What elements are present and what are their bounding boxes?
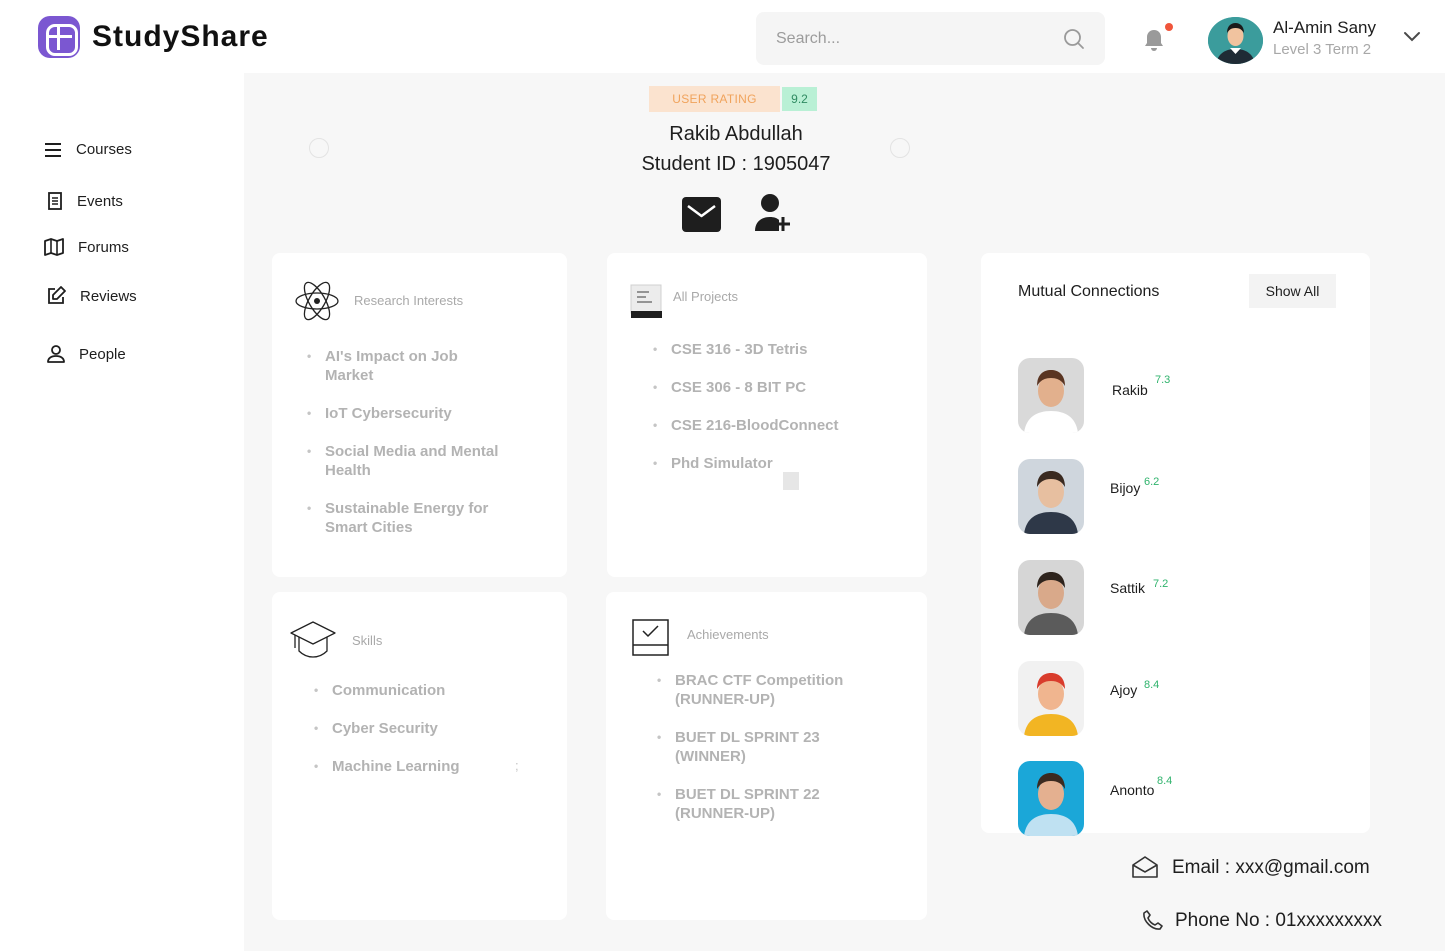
connection-name[interactable]: Anonto	[1110, 782, 1154, 798]
projects-list: CSE 316 - 3D Tetris CSE 306 - 8 BIT PC C…	[653, 340, 893, 473]
contact-email[interactable]: Email : xxx@gmail.com	[1172, 857, 1370, 879]
list-item: IoT Cybersecurity	[307, 404, 507, 423]
list-item: BUET DL SPRINT 22 (RUNNER-UP)	[657, 785, 857, 823]
map-icon	[44, 238, 64, 256]
connection-avatar[interactable]	[1018, 358, 1084, 433]
connection-score: 7.2	[1153, 578, 1169, 590]
person-icon	[47, 345, 65, 363]
list-item: Communication	[314, 681, 514, 700]
connection-avatar[interactable]	[1018, 761, 1084, 836]
notification-bell-icon[interactable]	[1141, 27, 1167, 53]
envelope-icon	[1132, 856, 1158, 878]
sidebar-item-label: Forums	[78, 238, 129, 256]
contact-phone[interactable]: Phone No : 01xxxxxxxxx	[1175, 910, 1382, 932]
list-item[interactable]: Phd Simulator	[653, 454, 893, 473]
show-all-button[interactable]: Show All	[1249, 274, 1336, 308]
phone-icon	[1143, 910, 1163, 930]
document-icon	[48, 192, 62, 210]
connection-score: 7.3	[1155, 374, 1171, 386]
search-icon[interactable]	[1063, 28, 1085, 50]
graduation-cap-icon	[290, 621, 336, 658]
sidebar-item-reviews[interactable]: Reviews	[46, 286, 137, 306]
user-level: Level 3 Term 2	[1273, 41, 1372, 58]
connection-score: 8.4	[1157, 775, 1173, 787]
skills-title: Skills	[352, 633, 383, 648]
connection-name[interactable]: Bijoy	[1110, 480, 1140, 496]
sidebar-item-events[interactable]: Events	[47, 192, 123, 210]
menu-icon	[45, 142, 61, 157]
achievements-title: Achievements	[687, 627, 769, 642]
search-input[interactable]	[776, 29, 1063, 48]
search-bar[interactable]	[756, 12, 1105, 65]
atom-icon	[295, 281, 339, 321]
connection-name[interactable]: Rakib	[1112, 382, 1148, 398]
list-item[interactable]: CSE 306 - 8 BIT PC	[653, 378, 893, 397]
list-item: AI's Impact on Job Market	[307, 347, 507, 385]
faint-play-icon	[309, 138, 329, 158]
mail-icon[interactable]	[682, 197, 721, 232]
list-item[interactable]: CSE 216-BloodConnect	[653, 416, 893, 435]
profile-name: Rakib Abdullah	[669, 123, 803, 145]
sidebar-item-courses[interactable]: Courses	[44, 141, 132, 158]
mutual-connections-card	[981, 253, 1370, 833]
connection-name[interactable]: Sattik	[1110, 580, 1145, 596]
list-item: Social Media and Mental Health	[307, 442, 507, 480]
connection-score: 8.4	[1144, 679, 1160, 691]
logo-icon	[38, 16, 80, 58]
sidebar-item-label: Events	[77, 192, 123, 210]
list-item: BRAC CTF Competition (RUNNER-UP)	[657, 671, 857, 709]
user-avatar[interactable]	[1208, 17, 1263, 64]
sidebar-item-label: Courses	[76, 141, 132, 158]
brand-logo[interactable]: StudySharе	[38, 16, 269, 58]
research-interests-list: AI's Impact on Job Market IoT Cybersecur…	[307, 347, 507, 537]
add-friend-icon[interactable]	[753, 193, 793, 233]
edit-icon	[48, 286, 66, 304]
sidebar-item-label: Reviews	[80, 287, 137, 305]
list-item: BUET DL SPRINT 23 (WINNER)	[657, 728, 857, 766]
connection-score: 6.2	[1144, 476, 1160, 488]
user-rating-label: USER RATING	[649, 86, 780, 112]
user-rating-value: 9.2	[782, 87, 817, 111]
profile-student-id: Student ID : 1905047	[641, 153, 831, 175]
list-item[interactable]: CSE 316 - 3D Tetris	[653, 340, 893, 359]
skills-list: Communication Cyber Security Machine Lea…	[314, 681, 514, 776]
brand-name: StudySharе	[92, 20, 269, 53]
research-interests-title: Research Interests	[354, 293, 464, 308]
connection-avatar[interactable]	[1018, 459, 1084, 534]
sidebar-item-label: People	[79, 345, 126, 363]
projects-document-icon	[630, 284, 662, 318]
placeholder-square	[783, 472, 799, 490]
chevron-down-icon[interactable]	[1403, 31, 1421, 43]
achievement-check-icon	[632, 619, 669, 656]
all-projects-title: All Projects	[673, 289, 739, 304]
stray-mark: ;	[515, 758, 519, 773]
connection-name[interactable]: Ajoy	[1110, 682, 1137, 698]
mutual-connections-title: Mutual Connections	[1018, 283, 1160, 300]
user-name[interactable]: Al-Amin Sany	[1273, 18, 1376, 38]
list-item: Cyber Security	[314, 719, 514, 738]
sidebar-item-people[interactable]: People	[47, 345, 126, 363]
notification-dot	[1165, 23, 1173, 31]
faint-chevron-icon	[890, 138, 910, 158]
list-item: Machine Learning	[314, 757, 514, 776]
connection-avatar[interactable]	[1018, 661, 1084, 736]
list-item: Sustainable Energy for Smart Cities	[307, 499, 507, 537]
connection-avatar[interactable]	[1018, 560, 1084, 635]
achievements-list: BRAC CTF Competition (RUNNER-UP) BUET DL…	[657, 671, 857, 823]
sidebar-item-forums[interactable]: Forums	[44, 238, 129, 256]
